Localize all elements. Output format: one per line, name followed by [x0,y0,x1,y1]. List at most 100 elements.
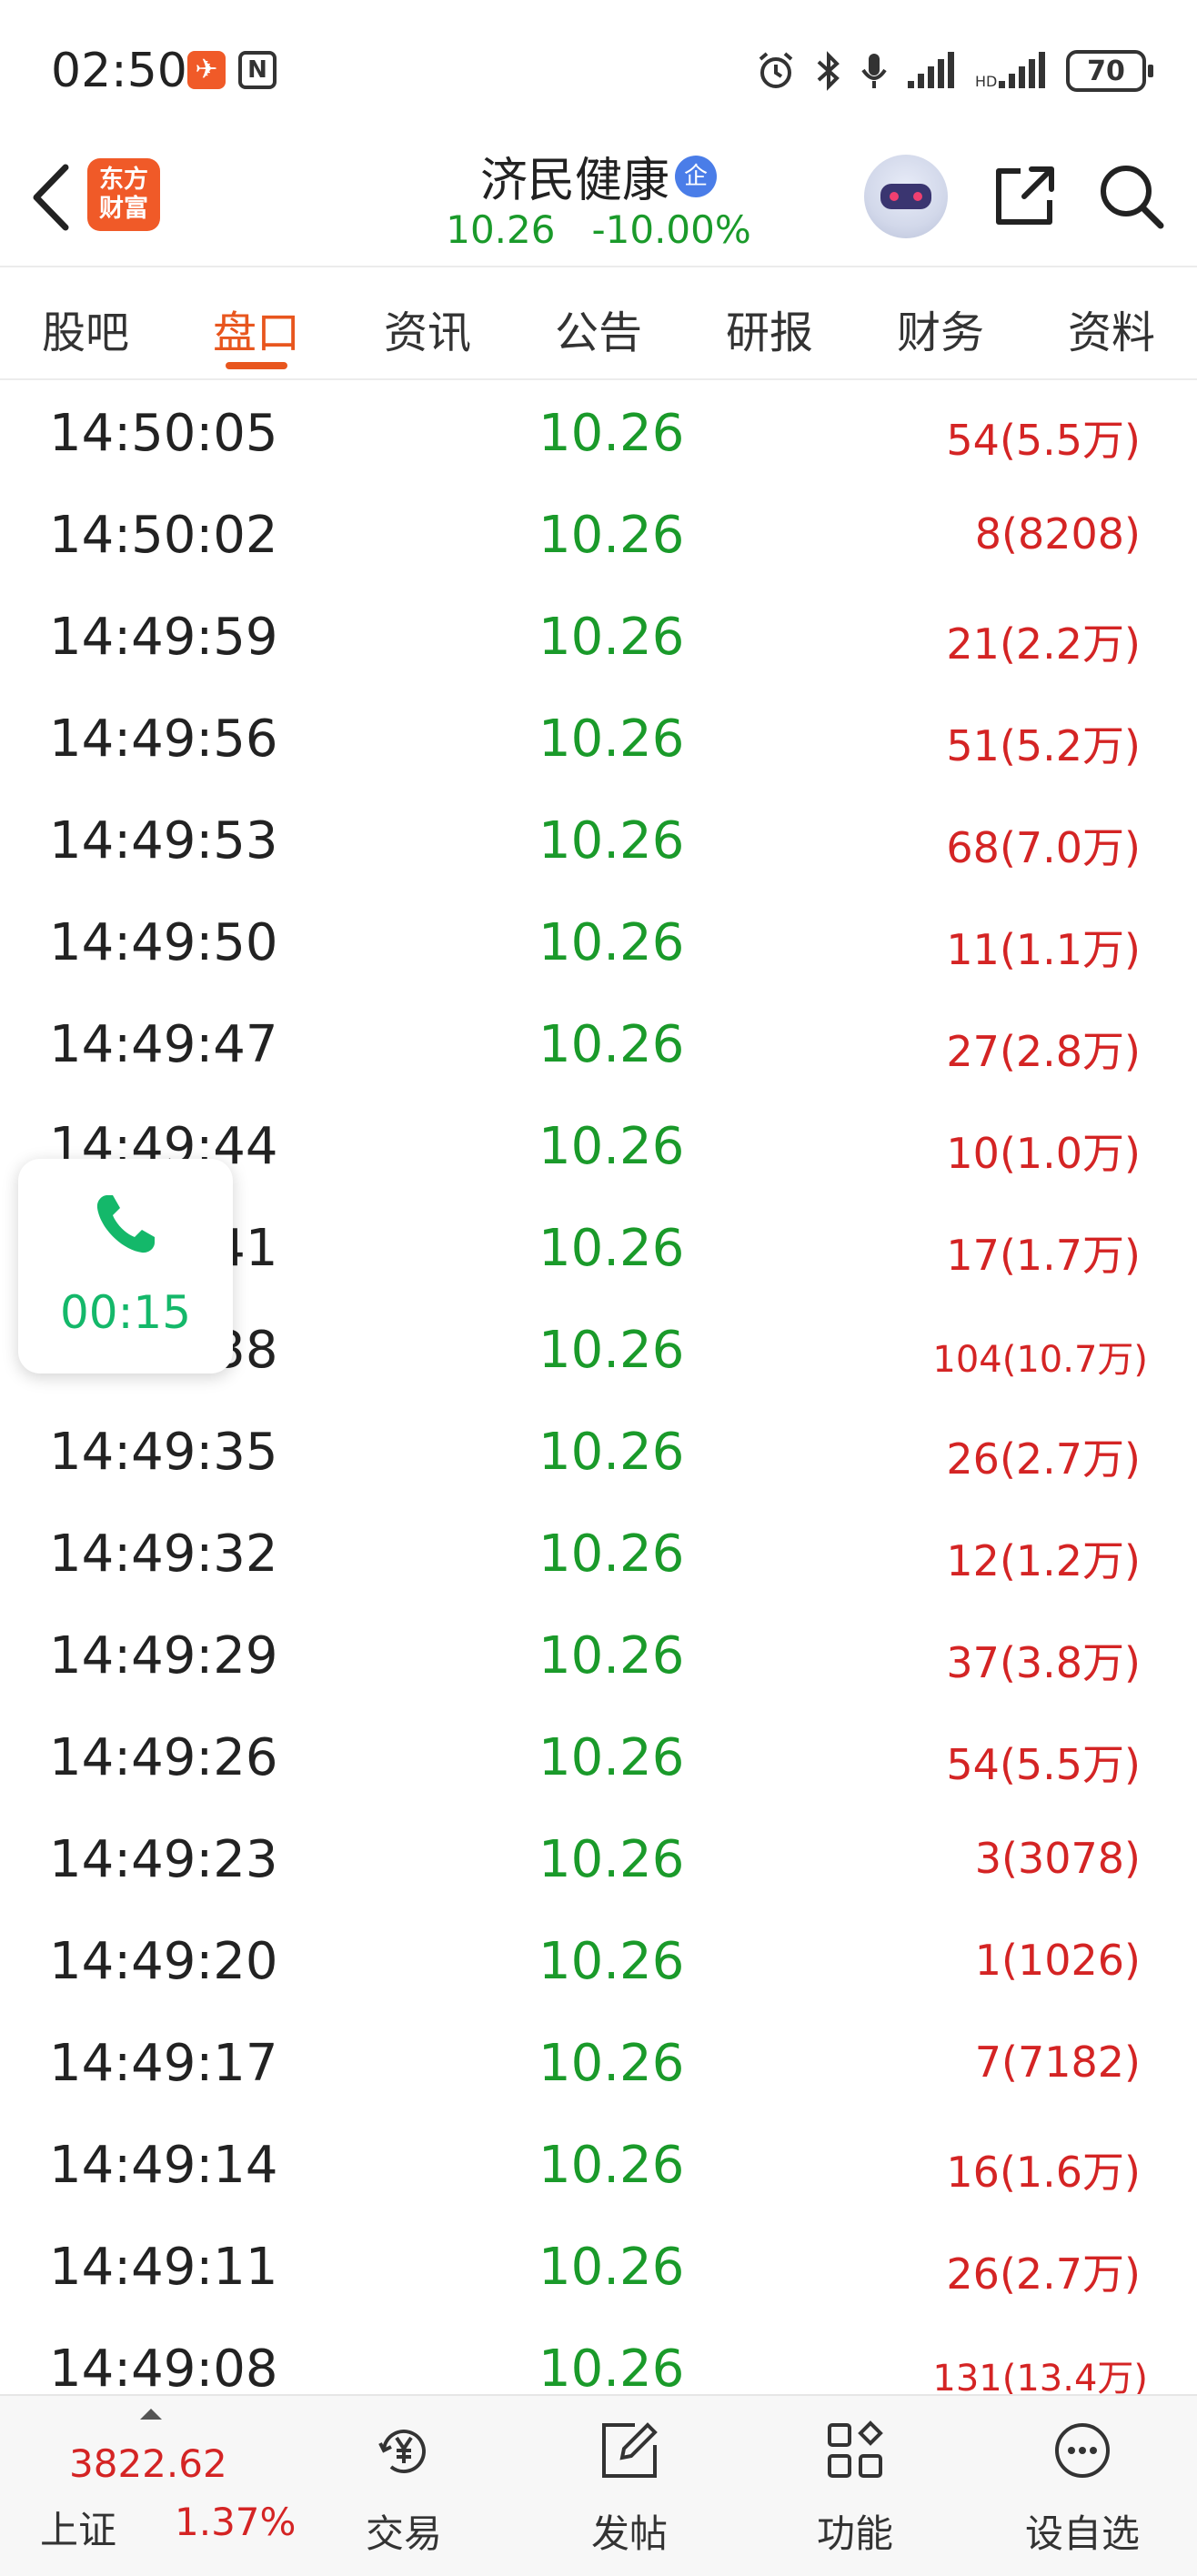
tab-news[interactable]: 资讯 [342,267,513,380]
trade-row: 14:49:26 10.26 54(5.5万) [0,1706,1197,1808]
yen-refresh-icon [373,2420,435,2481]
trade-row: 14:49:23 10.26 3(3078) [0,1808,1197,1910]
index-value[interactable]: 3822.62 [69,2441,227,2486]
trade-row: 14:49:53 10.26 68(7.0万) [0,790,1197,891]
nav-add-watchlist[interactable]: 设自选 [1010,2396,1155,2576]
stock-name: 济民健康 [479,154,669,208]
share-icon[interactable] [988,160,1061,233]
trade-price: 10.26 [538,1321,685,1380]
trade-ticker-list[interactable]: 14:50:05 10.26 54(5.5万) 14:50:02 10.26 8(8208… [0,382,1197,2394]
trade-volume: 12(1.2万) [946,1536,1141,1585]
trade-price: 10.26 [538,709,685,769]
trade-volume: 104(10.7万) [932,1339,1148,1381]
nav-post[interactable]: 发帖 [557,2396,702,2576]
trade-row: 14:50:02 10.26 8(8208) [0,484,1197,586]
trade-volume: 26(2.7万) [946,1434,1141,1484]
trade-time: 14:49:32 [49,1524,278,1584]
trade-price: 10.26 [538,608,685,667]
trade-row: 14:50:05 10.26 54(5.5万) [0,382,1197,484]
bottom-bar: 3822.62 上证 1.37% 交易 发帖 功能 设自选 [0,2394,1197,2576]
caret-up-icon[interactable] [140,2409,162,2420]
trade-volume: 3(3078) [974,1834,1141,1883]
trade-volume: 131(13.4万) [932,2358,1148,2394]
trade-row: 14:49:32 10.26 12(1.2万) [0,1503,1197,1605]
trade-volume: 7(7182) [974,2038,1141,2087]
trade-row: 14:49:11 10.26 26(2.7万) [0,2216,1197,2318]
trade-row: 14:49:20 10.26 1(1026) [0,1910,1197,2012]
trade-row: 14:49:14 10.26 16(1.6万) [0,2114,1197,2216]
trade-price: 10.26 [538,811,685,870]
tab-announcements[interactable]: 公告 [513,267,684,380]
nav-functions-label: 功能 [816,2511,893,2556]
trade-price: 10.26 [538,2034,685,2093]
search-icon[interactable] [1095,160,1168,233]
trade-price: 10.26 [538,1117,685,1176]
bluetooth-icon [815,50,842,92]
battery-icon: 70 [1066,50,1153,92]
trade-time: 14:49:50 [49,913,278,972]
trade-volume: 51(5.2万) [946,721,1141,770]
trade-volume: 21(2.2万) [946,619,1141,669]
trade-time: 14:50:05 [49,404,278,463]
change-percent: -10.00% [591,207,751,252]
nfc-icon: N [238,51,277,89]
trade-volume: 10(1.0万) [946,1129,1141,1178]
stock-detail-screen: 02:50 ✈ N HD 70 东方 财富 济民健康 企 10.26 -10.0… [0,0,1197,2576]
notification-app-icon: ✈ [187,51,226,89]
trade-time: 14:49:08 [49,2340,278,2394]
trade-time: 14:49:23 [49,1830,278,1889]
alarm-icon [755,50,797,92]
robot-face [880,184,931,209]
trade-price: 10.26 [538,1728,685,1787]
trade-row: 14:49:56 10.26 51(5.2万) [0,688,1197,790]
trade-volume: 8(8208) [974,509,1141,558]
trade-volume: 68(7.0万) [946,823,1141,872]
trade-time: 14:50:02 [49,506,278,565]
nav-trade[interactable]: 交易 [331,2396,477,2576]
call-timer: 00:15 [59,1286,192,1339]
trade-price: 10.26 [538,1423,685,1482]
phone-icon [89,1188,162,1261]
trade-volume: 54(5.5万) [946,1740,1141,1789]
verified-badge-icon: 企 [675,155,717,197]
tab-pankou[interactable]: 盘口 [171,267,342,380]
tab-research[interactable]: 研报 [684,267,855,380]
tab-guba[interactable]: 股吧 [0,267,171,380]
trade-price: 10.26 [538,1524,685,1584]
trade-row: 14:49:08 10.26 131(13.4万) [0,2318,1197,2394]
trade-price: 10.26 [538,2238,685,2297]
trade-price: 10.26 [538,1626,685,1685]
ai-assistant-icon[interactable] [864,155,948,238]
nav-post-label: 发帖 [590,2511,668,2556]
stock-header: 东方 财富 济民健康企 10.26 -10.00% [0,136,1197,266]
index-name[interactable]: 上证 [40,2500,116,2555]
status-time: 02:50 [51,44,187,98]
trade-time: 14:49:11 [49,2238,278,2297]
trade-price: 10.26 [538,1219,685,1278]
nav-functions[interactable]: 功能 [782,2396,928,2576]
trade-volume: 37(3.8万) [946,1638,1141,1687]
trade-volume: 16(1.6万) [946,2148,1141,2197]
trade-time: 14:49:14 [49,2136,278,2195]
tab-finance[interactable]: 财务 [855,267,1026,380]
index-change[interactable]: 1.37% [175,2500,296,2544]
trade-volume: 54(5.5万) [946,416,1141,465]
signal-2-icon: HD [975,50,1048,92]
call-floating-widget[interactable]: 00:15 [18,1159,233,1374]
trade-price: 10.26 [538,2136,685,2195]
trade-price: 10.26 [538,506,685,565]
last-price: 10.26 [446,207,556,252]
tab-profile[interactable]: 资料 [1026,267,1197,380]
status-bar: 02:50 ✈ N HD 70 [0,0,1197,136]
trade-time: 14:49:26 [49,1728,278,1787]
trade-row: 14:49:59 10.26 21(2.2万) [0,586,1197,688]
grid-apps-icon [824,2420,886,2481]
trade-price: 10.26 [538,1932,685,1991]
edit-post-icon [598,2420,660,2481]
nav-trade-label: 交易 [365,2511,442,2556]
trade-row: 14:49:47 10.26 27(2.8万) [0,993,1197,1095]
trade-time: 14:49:47 [49,1015,278,1074]
svg-text:HD: HD [975,73,997,90]
trade-time: 14:49:35 [49,1423,278,1482]
trade-price: 10.26 [538,404,685,463]
